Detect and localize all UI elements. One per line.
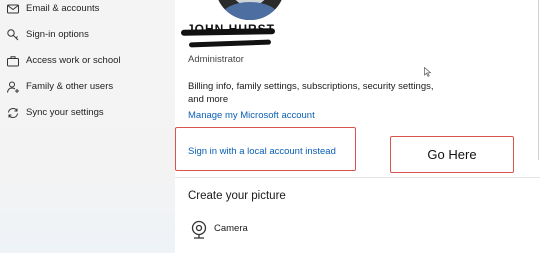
create-picture-title: Create your picture	[188, 190, 286, 202]
sync-icon	[8, 108, 18, 118]
camera-label: Camera	[214, 223, 248, 234]
account-description: Billing info, family settings, subscript…	[188, 81, 434, 105]
webcam-icon	[191, 220, 207, 239]
camera-option[interactable]: Camera	[190, 220, 390, 242]
sidebar-item-sync-settings[interactable]: Sync your settings	[0, 102, 175, 124]
sign-in-local-account-link[interactable]: Sign in with a local account instead	[188, 146, 336, 157]
settings-sidebar: Email & accounts Sign-in options Access …	[0, 0, 175, 253]
avatar	[215, 0, 285, 20]
briefcase-icon	[7, 56, 19, 67]
mail-icon	[7, 4, 19, 14]
redaction-mark	[188, 39, 272, 48]
sidebar-item-label: Email & accounts	[26, 3, 100, 14]
avatar-shirt	[221, 2, 279, 20]
account-info-panel: JOHN HURST Administrator Billing info, f…	[175, 0, 540, 253]
sidebar-item-family-other-users[interactable]: Family & other users	[0, 76, 175, 98]
scrollbar-track[interactable]	[538, 0, 539, 160]
sidebar-item-label: Sign-in options	[26, 29, 89, 40]
manage-microsoft-account-link[interactable]: Manage my Microsoft account	[188, 110, 315, 121]
user-role: Administrator	[188, 54, 244, 65]
section-divider	[175, 177, 540, 178]
sidebar-item-email-accounts[interactable]: Email & accounts	[0, 0, 175, 20]
sidebar-item-label: Sync your settings	[26, 107, 104, 118]
key-icon	[7, 29, 19, 41]
sidebar-item-access-work-school[interactable]: Access work or school	[0, 50, 175, 72]
sidebar-item-label: Family & other users	[26, 81, 114, 92]
go-here-callout: Go Here	[390, 136, 514, 173]
mouse-cursor-icon	[424, 67, 432, 77]
highlight-box-signin: Sign in with a local account instead	[175, 127, 356, 171]
sidebar-item-sign-in-options[interactable]: Sign-in options	[0, 24, 175, 46]
sidebar-item-label: Access work or school	[26, 55, 121, 66]
person-add-icon	[7, 81, 19, 93]
